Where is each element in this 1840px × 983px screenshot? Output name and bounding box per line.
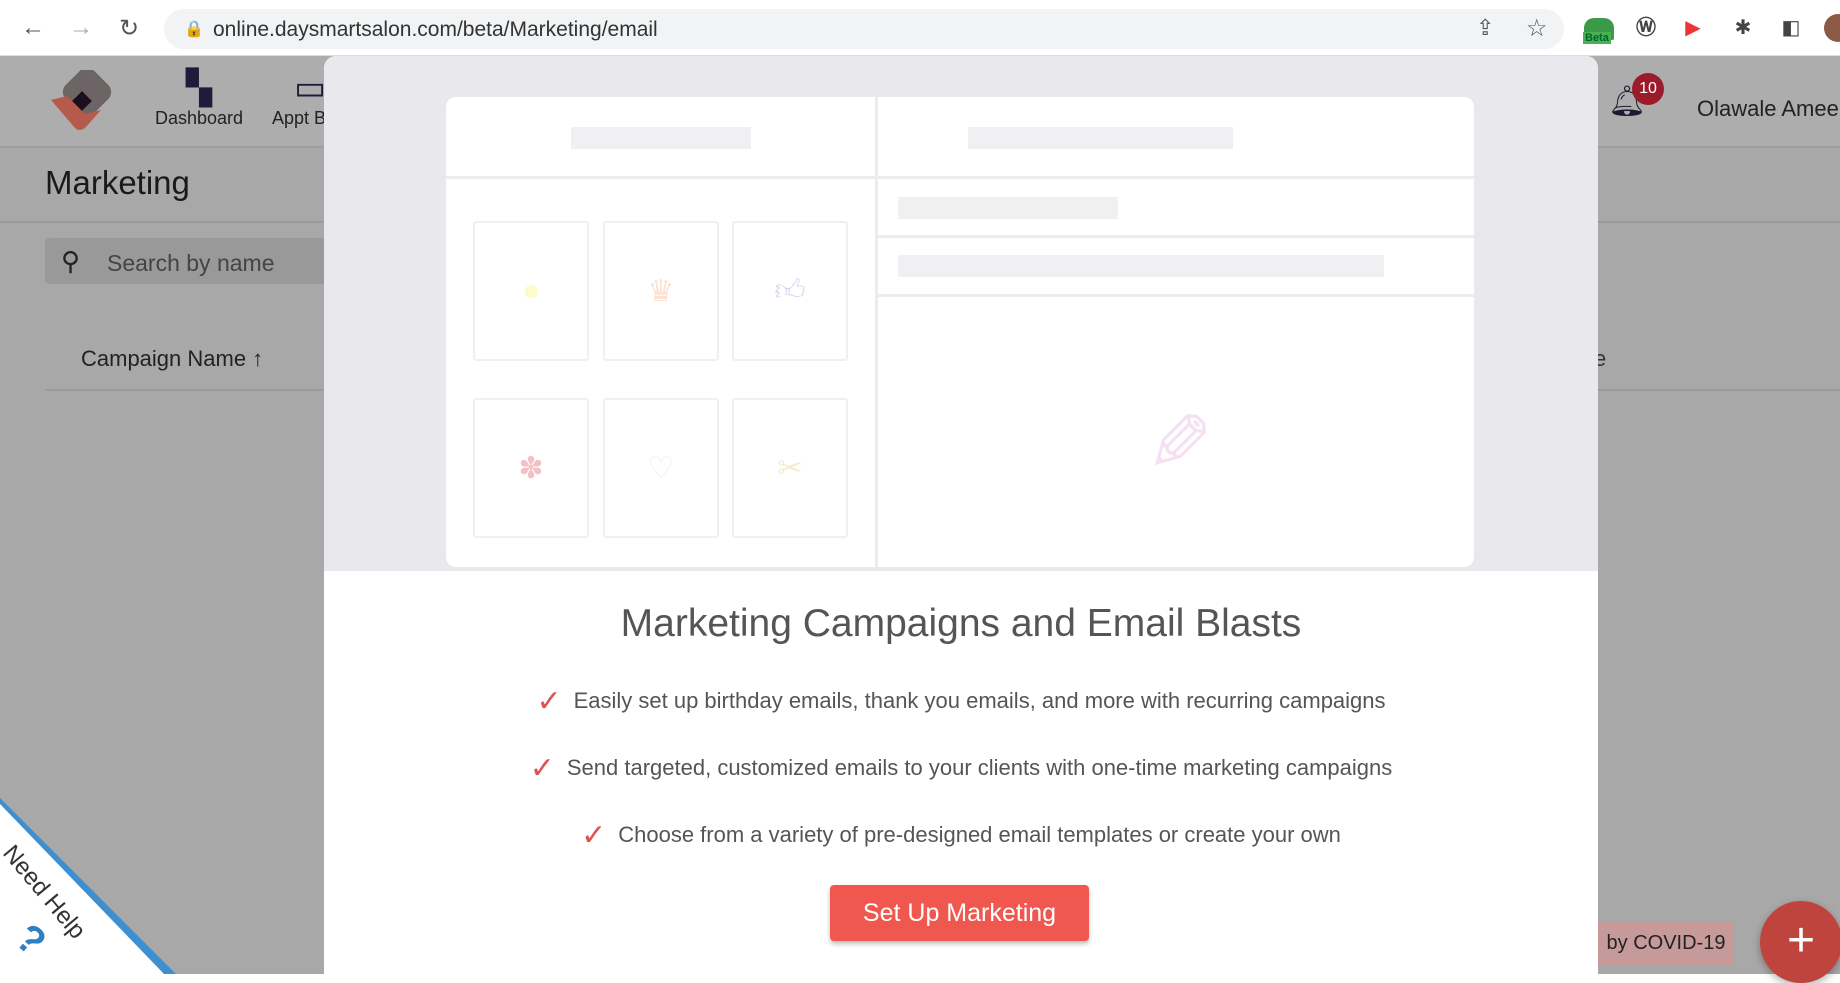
share-icon[interactable]: ⇪ xyxy=(1476,15,1494,41)
feature-bullet: ✓ Choose from a variety of pre-designed e… xyxy=(324,818,1598,853)
page-title: Marketing xyxy=(45,164,190,201)
checkmark-icon: ✓ xyxy=(536,685,562,718)
placeholder-bar xyxy=(968,127,1233,149)
pencil-icon: ✎ xyxy=(1146,399,1214,488)
nav-appt-book[interactable]: ▭ Appt B xyxy=(272,68,332,129)
bullet-text: Choose from a variety of pre-designed em… xyxy=(618,822,1341,847)
bullet-text: Send targeted, customized emails to your… xyxy=(566,755,1393,780)
heart-icon: ♡ xyxy=(603,398,719,538)
extension-play-icon[interactable]: ▶ xyxy=(1679,14,1707,42)
placeholder-bar xyxy=(898,255,1384,277)
feature-bullet: ✓ Send targeted, customized emails to you… xyxy=(324,751,1598,786)
column-header-campaign-name[interactable]: Campaign Name ↑ xyxy=(81,346,263,372)
checkmark-icon: ✓ xyxy=(581,819,607,852)
calendar-icon: ▭ xyxy=(294,69,327,107)
dashboard-icon: ▚ xyxy=(185,69,213,107)
placeholder-bar xyxy=(571,127,751,149)
yelp-icon: ✽ xyxy=(473,398,589,538)
nav-label: Appt B xyxy=(272,108,327,128)
search-icon: ⚲ xyxy=(61,246,81,276)
nav-label: Dashboard xyxy=(154,108,244,128)
thumbs-up-icon: 👍︎ xyxy=(732,221,848,361)
user-name[interactable]: Olawale Ameer xyxy=(1697,96,1840,122)
url-text: online.daysmartsalon.com/beta/Marketing/… xyxy=(213,18,658,41)
divider xyxy=(875,97,878,567)
feature-bullet: ✓ Easily set up birthday emails, thank yo… xyxy=(324,684,1598,719)
bullet-text: Easily set up birthday emails, thank you… xyxy=(573,688,1386,713)
extension-w-icon[interactable]: Ⓦ xyxy=(1632,14,1660,42)
bookmark-star-icon[interactable]: ☆ xyxy=(1526,14,1548,43)
extensions-puzzle-icon[interactable]: ✱ xyxy=(1729,14,1757,42)
search-placeholder: Search by name xyxy=(107,250,275,276)
divider xyxy=(878,294,1474,297)
scissors-icon: ✂ xyxy=(732,398,848,538)
divider xyxy=(878,235,1474,238)
profile-avatar[interactable] xyxy=(1824,14,1840,42)
cake-icon: ♛ xyxy=(603,221,719,361)
extension-beta-icon[interactable]: Beta xyxy=(1583,14,1614,44)
modal-title: Marketing Campaigns and Email Blasts xyxy=(620,602,1302,645)
need-help-widget[interactable]: Need Help ? xyxy=(0,798,176,974)
side-panel-icon[interactable]: ◧ xyxy=(1777,14,1805,42)
notification-badge: 10 xyxy=(1632,73,1664,105)
template-preview: ✎ ● ♛ 👍︎ ✽ ♡ ✂ xyxy=(324,56,1598,571)
reload-icon[interactable]: ↻ xyxy=(114,14,144,43)
preview-card: ✎ ● ♛ 👍︎ ✽ ♡ ✂ xyxy=(446,97,1474,567)
forward-icon[interactable]: → xyxy=(66,14,96,42)
marketing-intro-modal: ✎ ● ♛ 👍︎ ✽ ♡ ✂ Marketing Campaigns and E… xyxy=(324,56,1598,974)
search-input[interactable]: ⚲ Search by name xyxy=(45,238,345,284)
checkmark-icon: ✓ xyxy=(529,752,555,785)
lock-icon: 🔒 xyxy=(184,21,204,38)
nav-dashboard[interactable]: ▚ Dashboard xyxy=(153,68,245,129)
back-icon[interactable]: ← xyxy=(18,14,48,42)
placeholder-bar xyxy=(898,197,1118,219)
sun-icon: ● xyxy=(473,221,589,361)
covid-tooltip: by COVID-19 xyxy=(1598,921,1734,965)
address-bar[interactable]: 🔒 online.daysmartsalon.com/beta/Marketin… xyxy=(164,9,1564,49)
logo-icon xyxy=(51,70,112,130)
beta-badge: Beta xyxy=(1583,32,1611,44)
set-up-marketing-button[interactable]: Set Up Marketing xyxy=(830,885,1089,941)
divider xyxy=(446,176,1474,179)
browser-toolbar: ← → ↻ 🔒 online.daysmartsalon.com/beta/Ma… xyxy=(0,0,1840,56)
add-fab-button[interactable]: + xyxy=(1760,901,1840,983)
